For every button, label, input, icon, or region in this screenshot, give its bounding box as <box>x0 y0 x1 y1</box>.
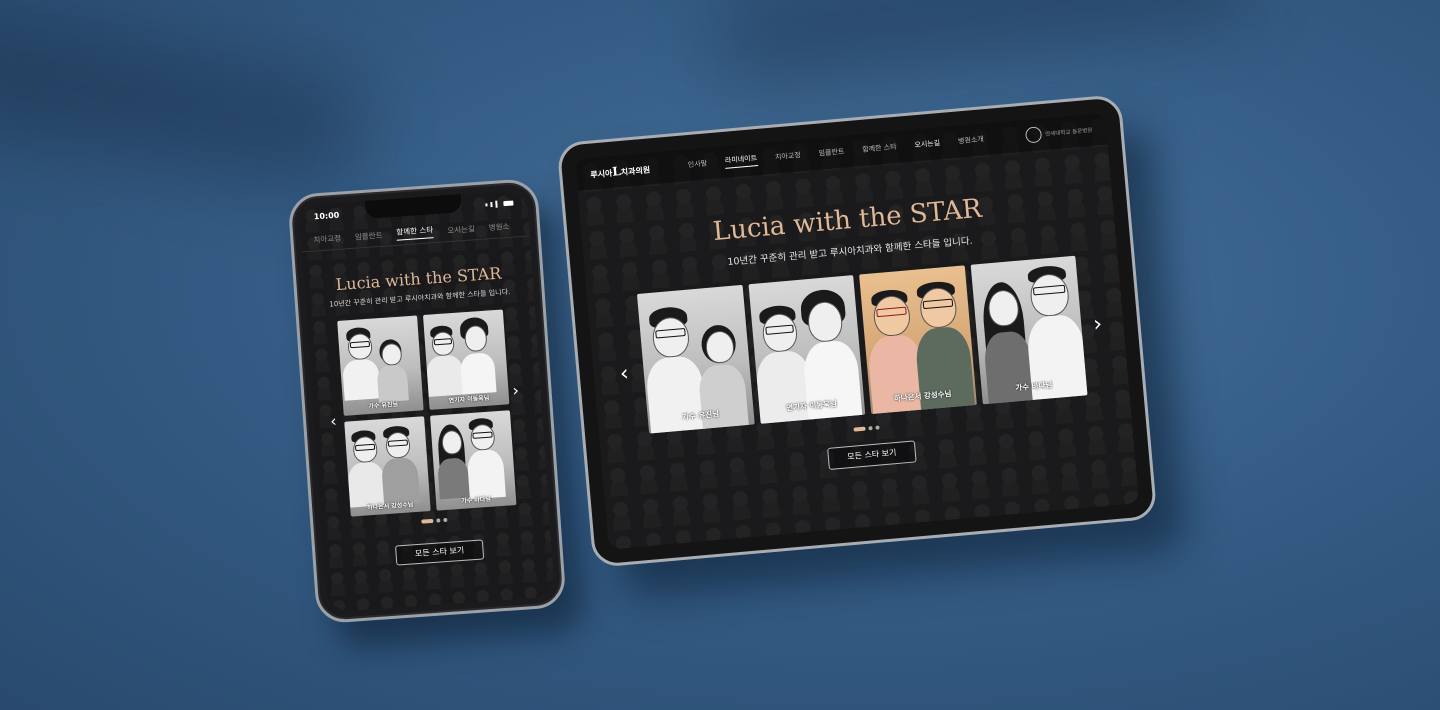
nav-item[interactable]: 병원소개 <box>958 134 985 146</box>
nav-item[interactable]: 함께한 스타 <box>862 142 897 155</box>
star-card[interactable]: 가수 유진님 <box>337 315 424 416</box>
phone-device: 10:00 치아교정 임플란트 함께한 스타 오시는길 병원소 Lucia wi… <box>287 177 567 625</box>
status-icons <box>485 199 514 208</box>
star-card[interactable]: 하나은서 강성수님 <box>344 416 431 517</box>
signal-icon <box>485 202 488 206</box>
nav-item[interactable]: 인사말 <box>687 158 708 170</box>
nav-item[interactable]: 병원소 <box>488 220 509 232</box>
nav-item[interactable]: 오시는길 <box>447 223 475 236</box>
status-time: 10:00 <box>313 210 340 221</box>
pagination-dot[interactable] <box>868 426 873 431</box>
background-shadow <box>0 4 368 196</box>
star-card[interactable]: 연기자 이동욱님 <box>748 275 866 424</box>
pagination-dot[interactable] <box>443 517 448 523</box>
star-card[interactable]: 연기자 이동욱님 <box>422 309 510 410</box>
site-logo[interactable]: 루시아L치과의원 <box>590 161 651 180</box>
nav-item[interactable]: 오시는길 <box>914 138 941 150</box>
chevron-right-icon[interactable]: › <box>1092 312 1103 338</box>
background-shadow <box>716 0 1244 86</box>
battery-icon <box>503 199 514 206</box>
pagination-dot[interactable] <box>875 425 880 430</box>
pagination-dot[interactable] <box>436 518 441 523</box>
nav-item[interactable]: 치아교정 <box>775 150 802 162</box>
pagination-dot-active[interactable] <box>421 518 434 524</box>
chevron-right-icon[interactable]: › <box>512 381 520 400</box>
university-seal: 연세대학교 동문병원 <box>1024 122 1093 144</box>
star-card[interactable]: 하나은서 강성수님 <box>859 265 977 415</box>
nav-item-active[interactable]: 라미네이트 <box>724 152 758 169</box>
star-card[interactable]: 가수 유진님 <box>636 284 755 434</box>
tablet-screen: 루시아L치과의원 인사말 라미네이트 치아교정 임플란트 함께한 스타 오시는길… <box>574 112 1140 550</box>
chevron-left-icon[interactable]: ‹ <box>330 411 338 430</box>
seal-icon <box>1024 126 1042 144</box>
star-card[interactable]: 가수 바다님 <box>430 410 517 511</box>
nav-item[interactable]: 치아교정 <box>313 232 341 245</box>
phone-screen: 10:00 치아교정 임플란트 함께한 스타 오시는길 병원소 Lucia wi… <box>299 189 555 613</box>
nav-item-active[interactable]: 함께한 스타 <box>395 224 434 241</box>
nav-item[interactable]: 임플란트 <box>818 146 845 158</box>
star-grid: 가수 유진님 연기자 이동욱님 하나은서 강성수님 가수 바다님 <box>337 309 517 517</box>
nav-item[interactable]: 임플란트 <box>355 229 383 242</box>
star-card[interactable]: 가수 바다님 <box>970 255 1088 405</box>
chevron-left-icon[interactable]: ‹ <box>619 361 630 387</box>
tablet-device: 루시아L치과의원 인사말 라미네이트 치아교정 임플란트 함께한 스타 오시는길… <box>556 94 1158 568</box>
